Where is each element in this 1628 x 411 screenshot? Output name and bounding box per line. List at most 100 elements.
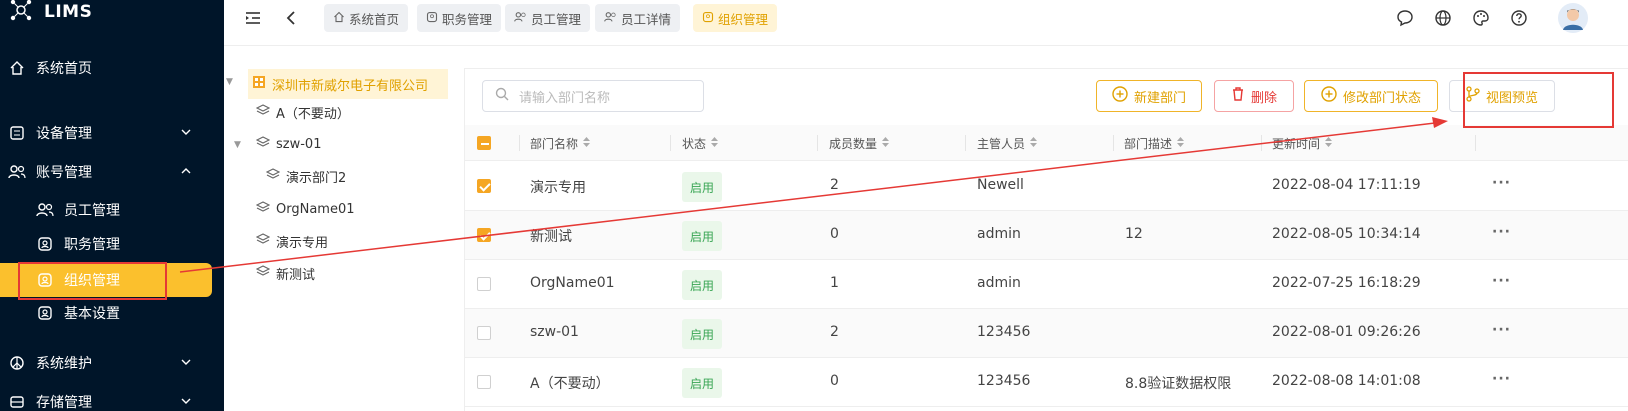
more-actions-icon[interactable]: ··· <box>1492 273 1511 289</box>
menu-fold-icon[interactable] <box>242 7 264 29</box>
badge-icon <box>702 11 714 26</box>
avatar[interactable] <box>1558 3 1588 33</box>
chevron-down-icon <box>180 126 192 142</box>
tree-node[interactable]: szw-01 <box>255 132 321 156</box>
column-header-count[interactable]: 成员数量 <box>829 135 890 152</box>
more-actions-icon[interactable]: ··· <box>1492 371 1511 387</box>
tree-node[interactable]: 演示专用 <box>255 229 329 253</box>
caret-down-icon[interactable]: ▼ <box>234 140 241 150</box>
row-checkbox[interactable] <box>477 228 491 242</box>
tree-node[interactable]: A（不要动） <box>255 100 350 124</box>
status-badge: 启用 <box>682 368 723 398</box>
device-icon <box>8 124 26 142</box>
plus-circle-icon <box>1112 86 1128 106</box>
layers-icon <box>255 104 271 120</box>
tree-node-label: 新测试 <box>276 267 316 283</box>
column-header-name[interactable]: 部门名称 <box>530 135 591 152</box>
sidebar-item-staff[interactable]: 员工管理 <box>36 193 212 227</box>
main-content: ▼ 深圳市新威尔电子有限公司 A（不要动） ▼ szw-01 演示部门2 Org… <box>224 46 1628 411</box>
select-all-checkbox[interactable] <box>477 136 491 150</box>
plus-circle-icon <box>1321 86 1337 106</box>
help-icon[interactable] <box>1508 7 1530 29</box>
tab-staff[interactable]: 员工管理 <box>505 4 591 32</box>
table-header: 部门名称 状态 成员数量 主管人员 部门描述 更新时间 <box>465 125 1628 161</box>
badge-icon <box>36 304 54 322</box>
column-header-desc[interactable]: 部门描述 <box>1124 135 1185 152</box>
column-label: 部门描述 <box>1124 137 1173 151</box>
button-label: 新建部门 <box>1133 90 1186 106</box>
new-department-button[interactable]: 新建部门 <box>1096 80 1202 112</box>
column-label: 主管人员 <box>977 137 1026 151</box>
sidebar-item-home[interactable]: 系统首页 <box>8 51 220 85</box>
sidebar-item-position[interactable]: 职务管理 <box>36 227 212 261</box>
back-arrow-icon[interactable] <box>280 7 302 29</box>
cell-count: 0 <box>830 373 839 389</box>
sidebar-item-account[interactable]: 账号管理 <box>8 155 208 189</box>
cell-time: 2022-08-05 10:34:14 <box>1272 226 1421 242</box>
more-actions-icon[interactable]: ··· <box>1492 322 1511 338</box>
sidebar-item-label: 设备管理 <box>36 126 92 142</box>
table-row[interactable]: A（不要动） 启用 0 123456 8.8验证数据权限 2022-08-08 … <box>465 358 1628 407</box>
row-checkbox[interactable] <box>477 179 491 193</box>
column-label: 部门名称 <box>530 137 579 151</box>
sidebar-item-maintenance[interactable]: 系统维护 <box>8 346 208 380</box>
table-row[interactable]: OrgName01 启用 1 admin 2022-07-25 16:18:29… <box>465 260 1628 309</box>
row-checkbox[interactable] <box>477 326 491 340</box>
table-row[interactable]: 演示专用 启用 2 Newell 2022-08-04 17:11:19 ··· <box>465 162 1628 211</box>
badge-icon <box>36 235 54 253</box>
column-header-status[interactable]: 状态 <box>682 135 719 152</box>
cell-manager: 123456 <box>977 373 1031 389</box>
cell-count: 2 <box>830 177 839 193</box>
status-badge: 启用 <box>682 172 723 202</box>
delete-button[interactable]: 删除 <box>1214 80 1294 112</box>
globe-icon[interactable] <box>1432 7 1454 29</box>
layers-icon <box>255 201 271 217</box>
column-header-time[interactable]: 更新时间 <box>1272 135 1333 152</box>
tab-home[interactable]: 系统首页 <box>324 4 409 32</box>
tab-staff-detail[interactable]: 员工详情 <box>595 4 681 32</box>
layers-icon <box>255 136 271 152</box>
column-divider <box>519 135 520 151</box>
tree-node[interactable]: 新测试 <box>255 261 316 285</box>
tree-node-label: OrgName01 <box>276 201 355 217</box>
column-divider <box>1261 135 1262 151</box>
company-icon <box>252 75 266 93</box>
cell-time: 2022-08-01 09:26:26 <box>1272 324 1421 340</box>
logo[interactable]: LIMS <box>8 0 92 26</box>
tree-node-root[interactable]: 深圳市新威尔电子有限公司 <box>248 69 448 99</box>
column-label: 更新时间 <box>1272 137 1321 151</box>
cell-count: 2 <box>830 324 839 340</box>
column-divider <box>817 135 818 151</box>
sidebar-item-label: 员工管理 <box>64 203 120 219</box>
search-input[interactable]: 请输入部门名称 <box>482 80 704 112</box>
tree-node-label: 演示专用 <box>276 235 329 251</box>
chevron-down-icon <box>180 395 192 411</box>
table-row[interactable]: 新测试 启用 0 admin 12 2022-08-05 10:34:14 ··… <box>465 211 1628 260</box>
more-actions-icon[interactable]: ··· <box>1492 224 1511 240</box>
top-header: 系统首页 职务管理 员工管理 员工详情 组织管理 <box>224 0 1628 46</box>
column-header-manager[interactable]: 主管人员 <box>977 135 1038 152</box>
sidebar-item-label: 账号管理 <box>36 165 92 181</box>
sidebar-item-storage[interactable]: 存储管理 <box>8 385 208 411</box>
row-checkbox[interactable] <box>477 375 491 389</box>
sidebar-item-label: 系统维护 <box>36 356 92 372</box>
table-row[interactable]: szw-01 启用 2 123456 2022-08-01 09:26:26 ·… <box>465 309 1628 358</box>
status-badge: 启用 <box>682 270 723 300</box>
message-icon[interactable] <box>1394 7 1416 29</box>
palette-icon[interactable] <box>1470 7 1492 29</box>
tab-position[interactable]: 职务管理 <box>417 4 502 32</box>
sidebar-item-device[interactable]: 设备管理 <box>8 116 208 150</box>
tab-organization[interactable]: 组织管理 <box>693 4 778 32</box>
users-icon <box>514 11 527 26</box>
change-status-button[interactable]: 修改部门状态 <box>1304 80 1438 112</box>
sidebar-item-settings[interactable]: 基本设置 <box>36 296 212 330</box>
tab-label: 职务管理 <box>442 11 493 27</box>
users-icon <box>36 201 54 219</box>
tree-node[interactable]: OrgName01 <box>255 197 355 221</box>
more-actions-icon[interactable]: ··· <box>1492 175 1511 191</box>
tree-node[interactable]: 演示部门2 <box>265 164 346 188</box>
column-divider <box>1113 135 1114 151</box>
caret-down-icon[interactable]: ▼ <box>226 77 233 87</box>
badge-icon <box>426 11 438 26</box>
row-checkbox[interactable] <box>477 277 491 291</box>
